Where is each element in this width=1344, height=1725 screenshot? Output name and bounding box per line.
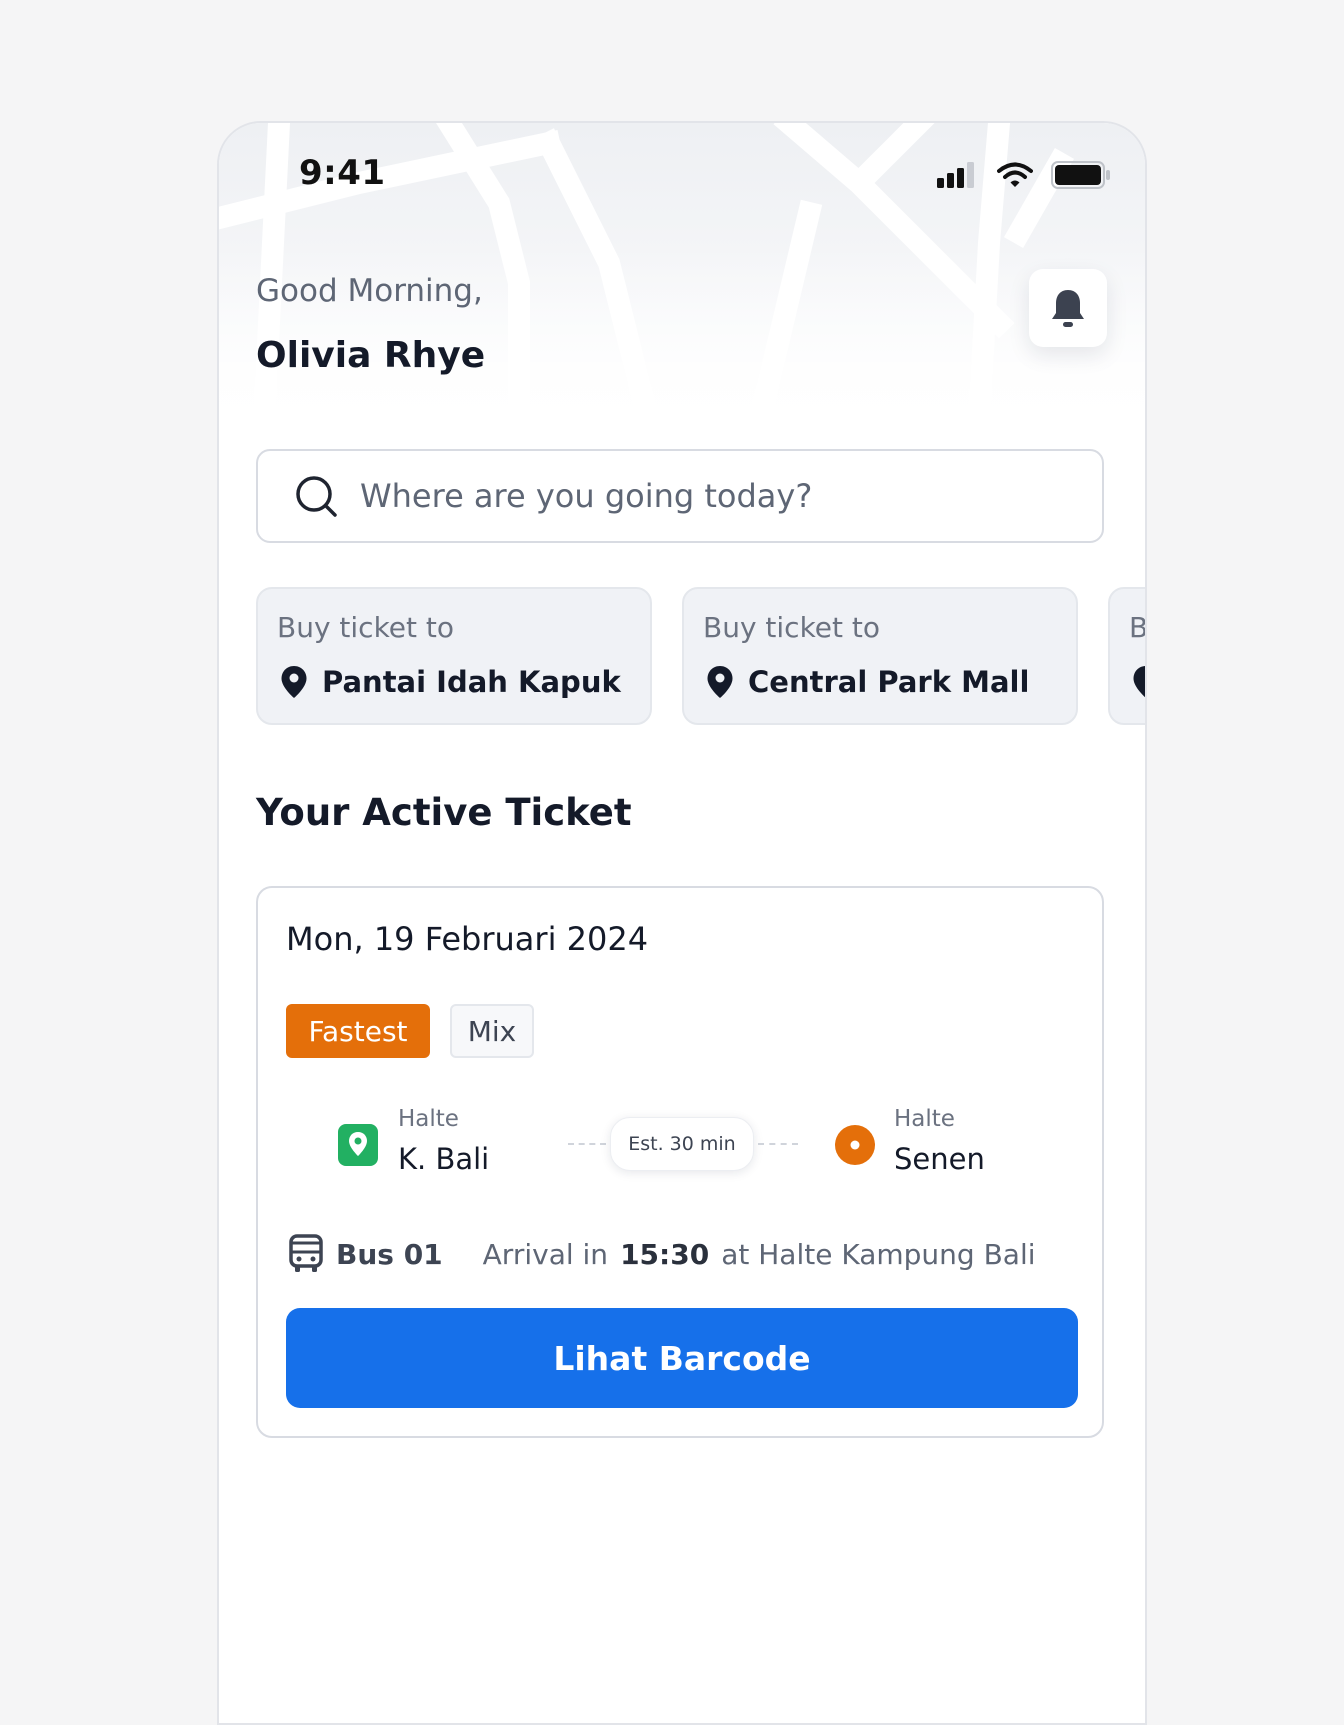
bell-icon [1052, 290, 1084, 327]
origin-label: Halte [398, 1106, 459, 1132]
search-placeholder: Where are you going today? [360, 477, 813, 515]
tag-mix: Mix [450, 1004, 534, 1058]
status-time: 9:41 [299, 153, 386, 193]
quick-ticket-destination-label: Central Park Mall [748, 665, 1030, 699]
quick-ticket-caption: B [1129, 611, 1145, 644]
quick-ticket-destination [1132, 665, 1145, 699]
battery-icon [1051, 161, 1110, 189]
arrival-suffix: at Halte Kampung Bali [721, 1237, 1036, 1271]
active-ticket-card: Mon, 19 Februari 2024 Fastest Mix Halte … [256, 886, 1104, 1438]
status-icons [937, 161, 1111, 189]
location-pin-icon [281, 666, 307, 698]
notification-button[interactable] [1029, 269, 1107, 347]
location-pin-icon [1133, 666, 1145, 698]
quick-ticket-destination: Pantai Idah Kapuk [280, 665, 621, 699]
quick-ticket-destination: Central Park Mall [706, 665, 1029, 699]
arrival-time: 15:30 [620, 1237, 710, 1271]
ticket-date: Mon, 19 Februari 2024 [286, 920, 649, 958]
origin-name: K. Bali [398, 1142, 490, 1176]
quick-tickets-row: Buy ticket to Pantai Idah Kapuk Buy tick… [256, 587, 1145, 727]
phone-frame: 9:41 Good Morning, Olivia Rhye Where are… [217, 121, 1147, 1725]
arrival-info: Arrival in 15:30 at Halte Kampung Bali [483, 1238, 1036, 1271]
destination-name: Senen [894, 1142, 985, 1176]
tag-fastest: Fastest [286, 1004, 430, 1058]
quick-ticket-card[interactable]: Buy ticket to Pantai Idah Kapuk [256, 587, 652, 725]
search-input[interactable]: Where are you going today? [256, 449, 1104, 543]
wifi-icon [997, 162, 1033, 187]
location-pin-icon [707, 666, 733, 698]
estimate-badge: Est. 30 min [610, 1117, 754, 1171]
quick-ticket-card[interactable]: B [1108, 587, 1145, 725]
quick-ticket-caption: Buy ticket to [703, 611, 881, 644]
section-title-active-ticket: Your Active Ticket [256, 791, 632, 834]
greeting-text: Good Morning, [256, 273, 483, 309]
view-barcode-button[interactable]: Lihat Barcode [286, 1308, 1078, 1408]
search-icon [296, 476, 337, 517]
bus-info-row: Bus 01 Arrival in 15:30 at Halte Kampung B… [288, 1234, 1036, 1274]
destination-label: Halte [894, 1106, 955, 1132]
route-dash-right [758, 1143, 798, 1145]
origin-marker-icon [338, 1124, 378, 1166]
destination-marker-icon [835, 1125, 875, 1165]
user-name: Olivia Rhye [256, 335, 486, 376]
quick-ticket-destination-label: Pantai Idah Kapuk [322, 665, 621, 699]
signal-icon [937, 162, 974, 188]
quick-ticket-caption: Buy ticket to [277, 611, 455, 644]
bus-icon [289, 1234, 323, 1272]
quick-ticket-card[interactable]: Buy ticket to Central Park Mall [682, 587, 1078, 725]
route-dash-left [568, 1143, 606, 1145]
arrival-prefix: Arrival in [482, 1237, 609, 1271]
bus-number: Bus 01 [336, 1237, 443, 1271]
